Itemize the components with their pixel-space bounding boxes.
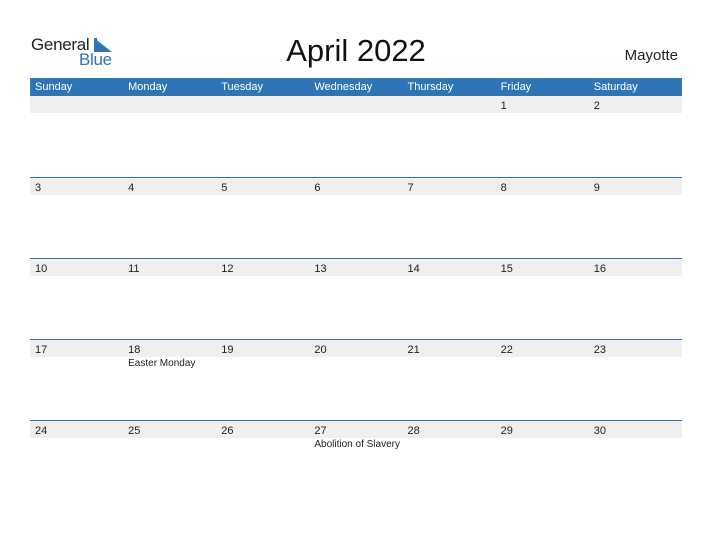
day-number: 10	[35, 263, 48, 275]
holiday-label: Easter Monday	[128, 358, 196, 369]
week-row: 17 18 Easter Monday 19 20 21 22 23	[30, 339, 682, 369]
day-cell: 5	[216, 178, 309, 195]
month-title: April 2022	[286, 33, 426, 68]
day-number: 13	[314, 263, 327, 275]
region-label: Mayotte	[624, 47, 678, 64]
weekday-wednesday: Wednesday	[314, 81, 373, 93]
day-cell: 26	[216, 421, 309, 438]
day-number: 8	[500, 182, 507, 194]
day-cell: 29	[496, 421, 589, 438]
day-cell: 27 Abolition of Slavery	[309, 421, 402, 450]
holiday-label: Abolition of Slavery	[314, 439, 400, 450]
day-cell: 3	[30, 178, 123, 195]
day-number: 17	[35, 344, 48, 356]
weekday-tuesday: Tuesday	[221, 81, 264, 93]
day-number: 27	[314, 425, 327, 437]
day-cell	[403, 96, 496, 113]
week-row: 12	[30, 96, 682, 113]
day-cell: 16	[589, 259, 682, 276]
day-number: 6	[314, 182, 321, 194]
day-number: 12	[221, 263, 234, 275]
week-row: 10 11 12 13 14 15 16	[30, 258, 682, 276]
day-cell: 14	[403, 259, 496, 276]
day-number: 16	[593, 263, 606, 275]
day-number: 14	[407, 263, 420, 275]
day-number: 4	[128, 182, 135, 194]
day-number: 19	[221, 344, 234, 356]
date-band: 17 18 Easter Monday 19 20 21 22 23	[30, 340, 682, 369]
day-cell: 8	[496, 178, 589, 195]
day-cell	[30, 96, 123, 113]
day-cell: 23	[589, 340, 682, 357]
day-cell: 11	[123, 259, 216, 276]
day-number: 2	[593, 100, 600, 112]
day-cell: 24	[30, 421, 123, 438]
day-number: 7	[407, 182, 414, 194]
day-number: 21	[407, 344, 420, 356]
day-number: 26	[221, 425, 234, 437]
day-cell: 25	[123, 421, 216, 438]
date-band: 10 11 12 13 14 15 16	[30, 259, 682, 276]
weekday-sunday: Sunday	[35, 81, 73, 93]
day-number: 22	[500, 344, 513, 356]
day-number: 30	[593, 425, 606, 437]
day-number: 3	[35, 182, 42, 194]
day-cell: 20	[309, 340, 402, 357]
day-cell: 4	[123, 178, 216, 195]
weekday-header: Sunday Monday Tuesday Wednesday Thursday…	[30, 78, 682, 96]
day-cell: 21	[403, 340, 496, 357]
day-cell: 22	[496, 340, 589, 357]
day-cell: 7	[403, 178, 496, 195]
day-number: 23	[593, 344, 606, 356]
day-number: 1	[500, 100, 507, 112]
day-cell: 28	[403, 421, 496, 438]
day-number: 25	[128, 425, 141, 437]
day-number: 11	[128, 263, 140, 275]
day-number: 24	[35, 425, 48, 437]
day-number: 9	[593, 182, 600, 194]
day-number: 29	[500, 425, 513, 437]
weekday-saturday: Saturday	[593, 81, 638, 93]
day-number: 28	[407, 425, 420, 437]
day-number: 5	[221, 182, 228, 194]
day-number: 15	[500, 263, 513, 275]
week-row: 3 4 5 6 7 8 9	[30, 177, 682, 195]
date-band: 12	[30, 96, 682, 113]
date-band: 3 4 5 6 7 8 9	[30, 178, 682, 195]
week-row: 24 25 26 27 Abolition of Slavery 28 29 30	[30, 420, 682, 450]
day-cell	[309, 96, 402, 113]
day-number: 18	[128, 344, 141, 356]
day-cell: 12	[216, 259, 309, 276]
day-cell: 2	[589, 96, 682, 113]
weekday-friday: Friday	[500, 81, 532, 93]
day-cell	[123, 96, 216, 113]
calendar-grid: Sunday Monday Tuesday Wednesday Thursday…	[30, 78, 682, 450]
day-cell: 9	[589, 178, 682, 195]
day-cell: 17	[30, 340, 123, 357]
date-band: 24 25 26 27 Abolition of Slavery 28 29 30	[30, 421, 682, 450]
weekday-monday: Monday	[128, 81, 168, 93]
day-cell	[216, 96, 309, 113]
weekday-thursday: Thursday	[407, 81, 454, 93]
day-cell: 6	[309, 178, 402, 195]
day-number: 20	[314, 344, 327, 356]
day-cell: 15	[496, 259, 589, 276]
day-cell: 30	[589, 421, 682, 438]
day-cell: 19	[216, 340, 309, 357]
day-cell: 18 Easter Monday	[123, 340, 216, 369]
day-cell: 10	[30, 259, 123, 276]
day-cell: 1	[496, 96, 589, 113]
day-cell: 13	[309, 259, 402, 276]
